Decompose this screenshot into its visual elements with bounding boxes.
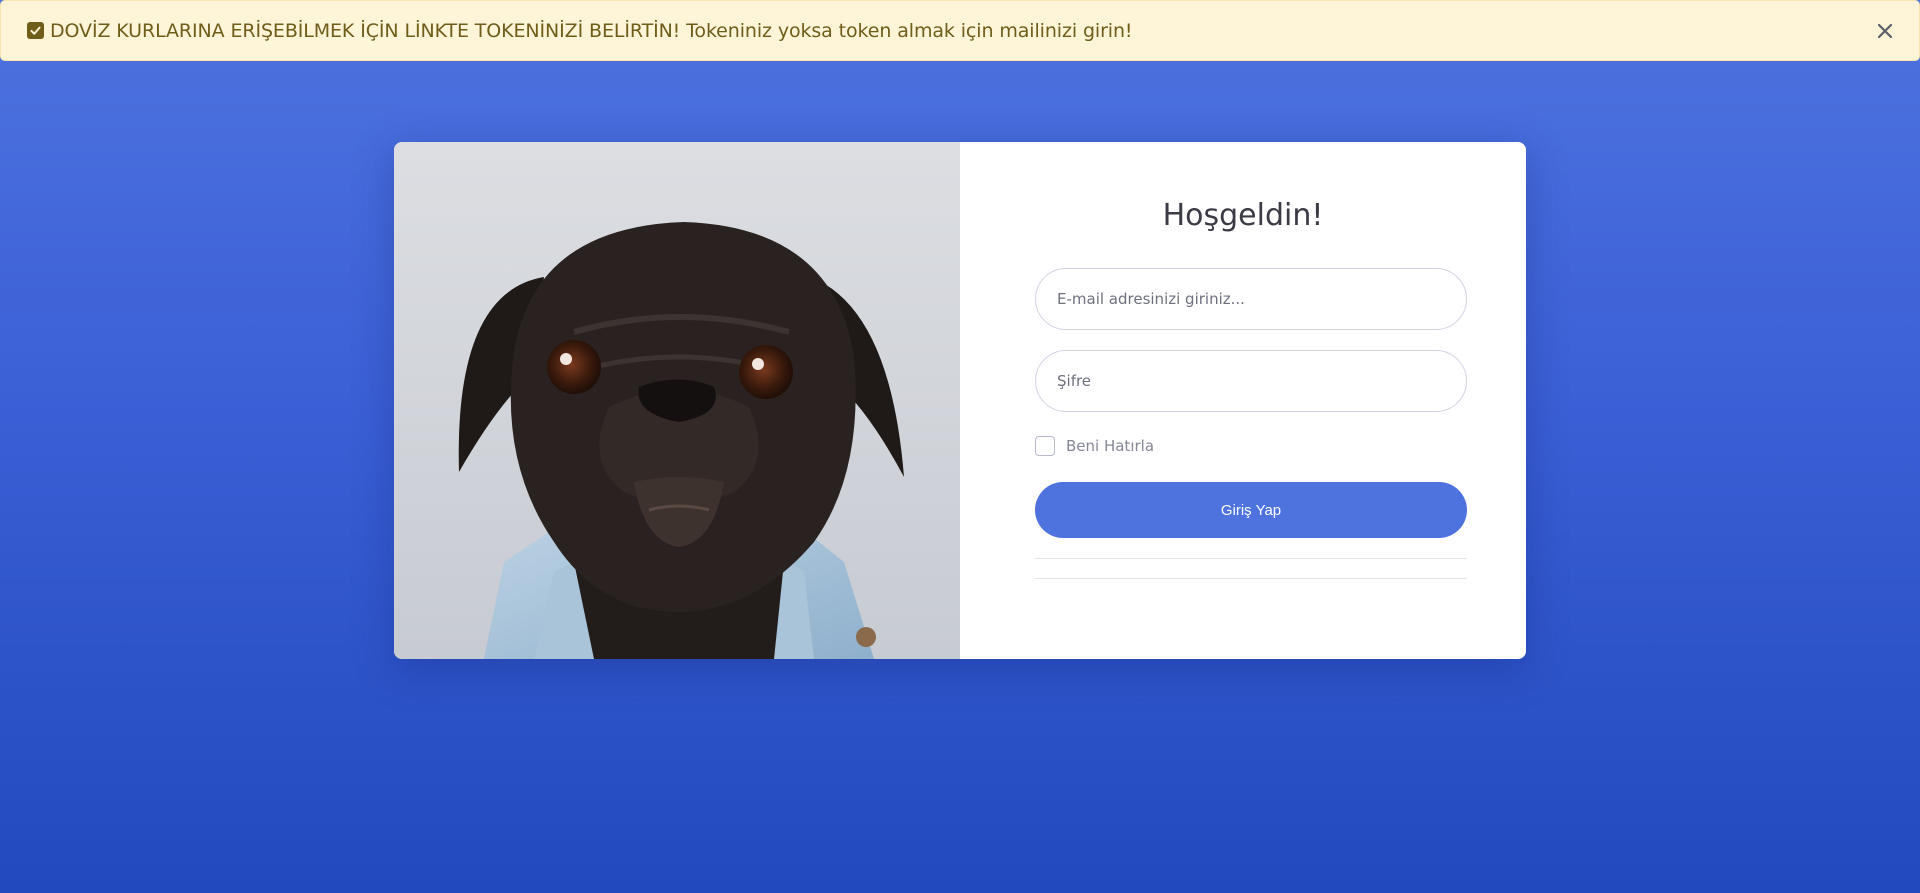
alert-banner: DOVİZ KURLARINA ERİŞEBİLMEK İÇİN LİNKTE … <box>0 0 1920 61</box>
email-field[interactable] <box>1057 290 1466 308</box>
remember-checkbox[interactable] <box>1035 436 1055 456</box>
divider <box>1035 558 1467 559</box>
password-field-wrapper <box>1035 350 1467 412</box>
alert-message: DOVİZ KURLARINA ERİŞEBİLMEK İÇİN LİNKTE … <box>50 19 1133 42</box>
email-field-wrapper <box>1035 268 1467 330</box>
page-title: Hoşgeldin! <box>1162 198 1324 233</box>
close-icon[interactable] <box>1875 21 1895 41</box>
check-square-icon <box>27 22 44 39</box>
remember-me[interactable]: Beni Hatırla <box>1035 436 1154 456</box>
remember-label: Beni Hatırla <box>1066 437 1155 455</box>
login-card: Hoşgeldin! Beni Hatırla Giriş Yap <box>394 142 1526 659</box>
divider <box>1035 578 1467 579</box>
dog-photo <box>394 142 960 659</box>
login-form: Hoşgeldin! Beni Hatırla Giriş Yap <box>960 142 1526 659</box>
password-field[interactable] <box>1057 372 1466 390</box>
login-button[interactable]: Giriş Yap <box>1035 482 1467 538</box>
